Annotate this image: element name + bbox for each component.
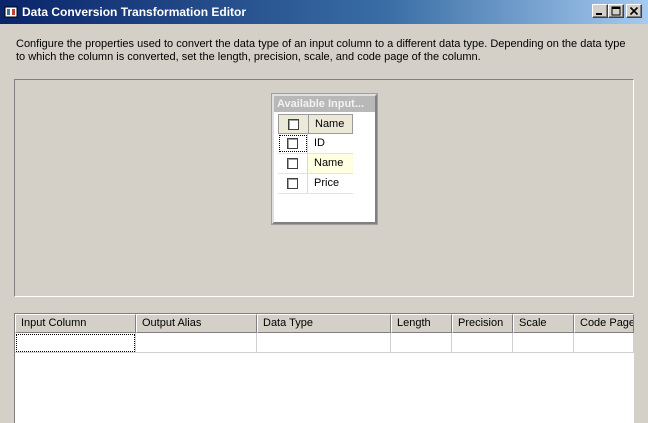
column-header-scale[interactable]: Scale [513, 314, 574, 333]
minimize-button[interactable] [592, 4, 608, 18]
column-name: Price [314, 177, 340, 189]
column-header-length[interactable]: Length [391, 314, 452, 333]
length-cell[interactable] [391, 333, 452, 353]
maximize-button[interactable] [608, 4, 624, 18]
grid-header-row: Name [278, 114, 353, 134]
column-checkbox-name[interactable] [287, 158, 298, 169]
transform-icon [4, 5, 18, 19]
input-column-row[interactable]: Price [278, 174, 353, 194]
column-header-output-alias[interactable]: Output Alias [136, 314, 257, 333]
table-row[interactable] [15, 333, 634, 353]
data-type-cell[interactable] [257, 333, 391, 353]
column-header-data-type[interactable]: Data Type [257, 314, 391, 333]
column-name: ID [314, 137, 325, 149]
input-column-row[interactable]: Name [278, 154, 353, 174]
input-column-row[interactable]: ID [278, 134, 353, 154]
input-column-cell[interactable] [15, 333, 136, 353]
conversion-mapping-table[interactable]: Input Column Output Alias Data Type Leng… [14, 313, 634, 423]
close-button[interactable] [626, 4, 642, 18]
description-text: Configure the properties used to convert… [16, 38, 626, 63]
column-checkbox-price[interactable] [287, 178, 298, 189]
minimize-icon [596, 13, 602, 15]
column-header-precision[interactable]: Precision [452, 314, 513, 333]
column-checkbox-id[interactable] [287, 138, 298, 149]
precision-cell[interactable] [452, 333, 513, 353]
window-title: Data Conversion Transformation Editor [22, 5, 247, 19]
title-bar: Data Conversion Transformation Editor [0, 0, 648, 24]
code-page-cell[interactable] [574, 333, 634, 353]
maximize-icon [611, 6, 621, 16]
column-header-input-column[interactable]: Input Column [15, 314, 136, 333]
mapping-table-header: Input Column Output Alias Data Type Leng… [15, 314, 634, 333]
close-icon [629, 6, 639, 16]
name-column-header[interactable]: Name [309, 115, 354, 133]
output-alias-cell[interactable] [136, 333, 257, 353]
column-name: Name [308, 154, 353, 173]
column-header-code-page[interactable]: Code Page [574, 314, 634, 333]
available-inputs-title[interactable]: Available Input... [274, 96, 375, 112]
select-all-checkbox[interactable] [288, 119, 299, 130]
available-inputs-grid: Name ID Name Price [278, 114, 353, 194]
scale-cell[interactable] [513, 333, 574, 353]
available-inputs-box[interactable]: Available Input... Name ID Name Price [271, 93, 378, 225]
